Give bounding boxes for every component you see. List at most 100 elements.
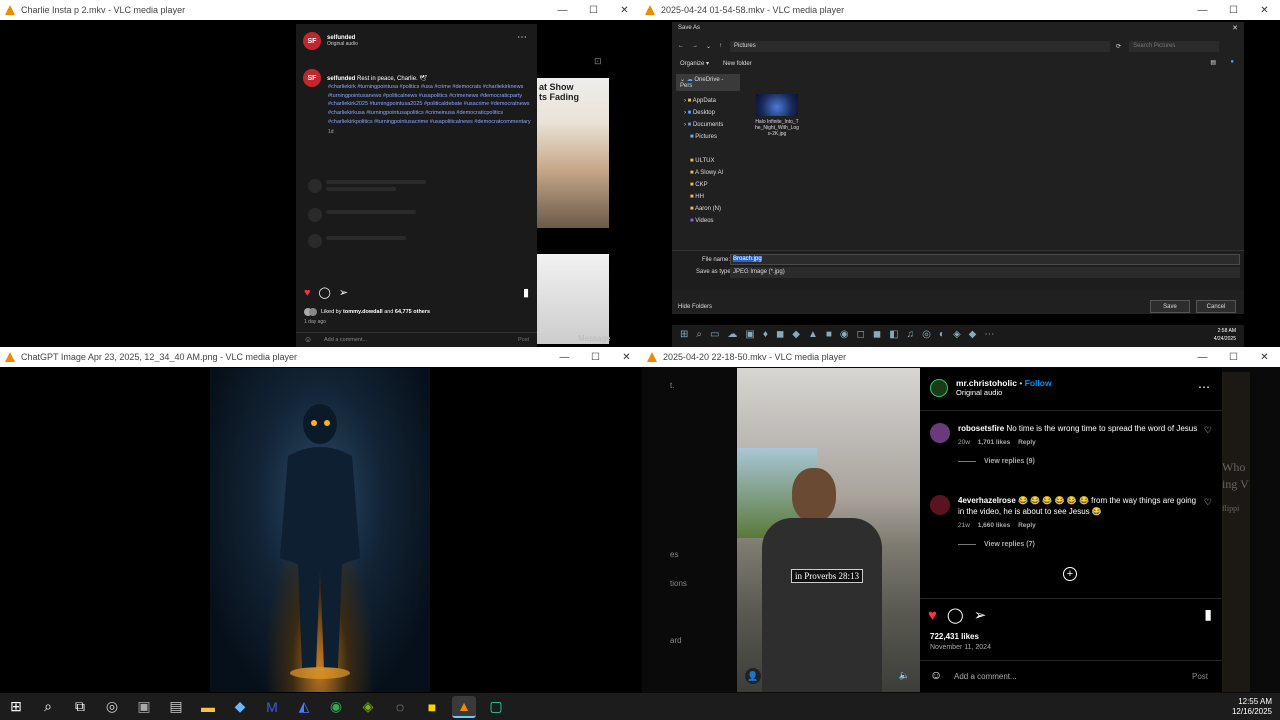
chrome-icon[interactable]: ◉ bbox=[324, 696, 348, 718]
like-heart-icon[interactable]: ♥ bbox=[928, 607, 937, 624]
search-input[interactable]: Search Pictures bbox=[1129, 40, 1220, 52]
nav-item-onedrive[interactable]: ⌄ ☁ OneDrive - Pers bbox=[676, 74, 740, 91]
cancel-button[interactable]: Cancel bbox=[1196, 300, 1236, 313]
follow-button[interactable]: Follow bbox=[1025, 378, 1052, 388]
new-folder-button[interactable]: New folder bbox=[723, 61, 752, 67]
app-icon[interactable]: M bbox=[260, 696, 284, 718]
emoji-icon[interactable]: ☺ bbox=[304, 335, 312, 344]
video-area[interactable]: Save As ✕ ← → ⌄ ↑ Pictures ⟳ Search Pict… bbox=[640, 20, 1280, 347]
minimize-button[interactable]: — bbox=[1187, 352, 1218, 363]
recent-icon[interactable]: ⌄ bbox=[706, 43, 711, 50]
save-type-select[interactable]: JPEG Image (*.jpg) bbox=[730, 267, 1240, 278]
comment-likes[interactable]: 1,660 likes bbox=[978, 522, 1011, 529]
liked-others[interactable]: 64,775 others bbox=[395, 309, 430, 315]
reel-video[interactable]: in Proverbs 28:13 👤 🔈 bbox=[737, 368, 920, 692]
breadcrumb-pictures[interactable]: Pictures bbox=[734, 43, 756, 49]
maximize-button[interactable]: ☐ bbox=[578, 5, 609, 16]
hide-folders-toggle[interactable]: Hide Folders bbox=[678, 304, 712, 310]
load-more-comments-icon[interactable]: + bbox=[1063, 567, 1077, 581]
caption-avatar[interactable]: SF bbox=[303, 69, 321, 87]
file-name-input[interactable]: Broach.jpg bbox=[730, 254, 1240, 265]
help-icon[interactable]: ● bbox=[1230, 59, 1234, 65]
nav-item-appdata[interactable]: › ■ AppData bbox=[676, 95, 740, 107]
comment-icon[interactable]: ◯ bbox=[319, 286, 331, 299]
commenter-avatar[interactable] bbox=[930, 495, 950, 515]
image-area[interactable] bbox=[0, 367, 642, 693]
title-bar[interactable]: Charlie Insta p 2.mkv - VLC media player… bbox=[0, 0, 640, 20]
profile-icon[interactable]: 👤 bbox=[745, 668, 761, 684]
nav-pane[interactable]: ⌄ ☁ OneDrive - Pers › ■ AppData › ■ Desk… bbox=[676, 74, 740, 264]
maximize-button[interactable]: ☐ bbox=[1218, 5, 1249, 16]
title-bar[interactable]: 2025-04-20 22-18-50.mkv - VLC media play… bbox=[642, 347, 1280, 367]
comment-icon[interactable]: ◯ bbox=[947, 606, 964, 624]
view-replies-button[interactable]: View replies (7) bbox=[984, 541, 1035, 548]
nav-item-desktop[interactable]: › ■ Desktop bbox=[676, 107, 740, 119]
title-bar[interactable]: ChatGPT Image Apr 23, 2025, 12_34_40 AM.… bbox=[0, 347, 642, 367]
nav-item-pictures[interactable]: ■ Pictures bbox=[676, 131, 740, 143]
start-icon[interactable]: ⊞ bbox=[4, 696, 28, 718]
quick-item[interactable]: ■ A Slowy Al bbox=[676, 167, 740, 179]
quick-item[interactable]: ■ ULTUX bbox=[676, 155, 740, 167]
video-area[interactable]: at Show ts Fading Message ⊡ SF selfunded… bbox=[0, 20, 640, 347]
vlc-window-bottom-left[interactable]: ChatGPT Image Apr 23, 2025, 12_34_40 AM.… bbox=[0, 347, 642, 693]
account-avatar[interactable] bbox=[930, 378, 948, 397]
task-view-icon[interactable]: ⧉ bbox=[68, 696, 92, 718]
video-area[interactable]: t. es tions ard Who ing V flippi in Prov… bbox=[642, 367, 1280, 693]
forward-icon[interactable]: → bbox=[692, 43, 698, 49]
more-options-icon[interactable]: ⋯ bbox=[1198, 380, 1210, 394]
view-icon[interactable]: ▤ bbox=[1210, 59, 1216, 66]
app-icon[interactable]: ◌ bbox=[388, 696, 412, 718]
organize-button[interactable]: Organize ▾ bbox=[680, 60, 709, 67]
audio-label[interactable]: Original audio bbox=[956, 388, 1052, 397]
ig-post-panel[interactable]: SF selfunded Original audio ⋯ SF selfund… bbox=[296, 24, 537, 347]
app-icon[interactable]: ◆ bbox=[228, 696, 252, 718]
app-icon[interactable]: ◎ bbox=[100, 696, 124, 718]
commenter-avatar[interactable] bbox=[930, 423, 950, 443]
add-comment-input[interactable]: Add a comment... bbox=[954, 672, 1017, 681]
quick-item[interactable]: ■ Videos bbox=[676, 215, 740, 227]
share-icon[interactable]: ➢ bbox=[974, 606, 987, 624]
quick-item[interactable]: ■ HH bbox=[676, 191, 740, 203]
bookmark-icon[interactable]: ▮ bbox=[1204, 606, 1212, 623]
more-options-icon[interactable]: ⋯ bbox=[517, 32, 527, 43]
app-icon[interactable]: ▣ bbox=[132, 696, 156, 718]
post-comment-button[interactable]: Post bbox=[1192, 672, 1208, 681]
maximize-button[interactable]: ☐ bbox=[1218, 352, 1249, 363]
up-icon[interactable]: ↑ bbox=[719, 43, 722, 49]
minimize-button[interactable]: — bbox=[1187, 5, 1218, 16]
search-icon[interactable]: ⌕ bbox=[36, 696, 60, 718]
sticky-notes-icon[interactable]: ■ bbox=[420, 696, 444, 718]
comment-likes[interactable]: 1,701 likes bbox=[978, 439, 1011, 446]
title-bar[interactable]: 2025-04-24 01-54-58.mkv - VLC media play… bbox=[640, 0, 1280, 20]
post-comment-button[interactable]: Post bbox=[518, 337, 529, 343]
quick-item[interactable]: ■ Aaron (N) bbox=[676, 203, 740, 215]
save-button[interactable]: Save bbox=[1150, 300, 1190, 313]
quick-item[interactable]: ■ CKP bbox=[676, 179, 740, 191]
clock[interactable]: 12:55 AM 12/16/2025 bbox=[1232, 697, 1272, 717]
minimize-button[interactable]: — bbox=[547, 5, 578, 16]
app-icon[interactable]: ▤ bbox=[164, 696, 188, 718]
file-item[interactable]: Halo Infinite_Into_The_Night_With_Logo-2… bbox=[754, 94, 800, 137]
back-icon[interactable]: ← bbox=[678, 43, 684, 49]
message-label[interactable]: Message bbox=[578, 334, 610, 343]
view-replies-button[interactable]: View replies (9) bbox=[984, 458, 1035, 465]
close-button[interactable]: ✕ bbox=[1249, 5, 1280, 16]
app-icon[interactable]: ▢ bbox=[484, 696, 508, 718]
breadcrumb[interactable]: Pictures bbox=[730, 40, 1111, 52]
nav-item-documents[interactable]: › ■ Documents bbox=[676, 119, 740, 131]
comment-user[interactable]: robosetsfire bbox=[958, 424, 1004, 433]
file-explorer-icon[interactable]: ▬ bbox=[196, 696, 220, 718]
liked-user[interactable]: tommy.dowdall bbox=[343, 309, 383, 315]
account-name[interactable]: mr.christoholic bbox=[956, 378, 1017, 388]
close-button[interactable]: ✕ bbox=[611, 352, 642, 363]
app-icon[interactable]: ◭ bbox=[292, 696, 316, 718]
maximize-button[interactable]: ☐ bbox=[580, 352, 611, 363]
comment-like-icon[interactable]: ♡ bbox=[1204, 497, 1212, 508]
vlc-window-top-right[interactable]: 2025-04-24 01-54-58.mkv - VLC media play… bbox=[640, 0, 1280, 347]
caption-hashtags[interactable]: #charliekirk #turningpointusa #politics … bbox=[328, 83, 531, 127]
comment-user[interactable]: 4everhazelrose bbox=[958, 496, 1016, 505]
reply-button[interactable]: Reply bbox=[1018, 522, 1036, 529]
vlc-taskbar-icon[interactable]: ▲ bbox=[452, 695, 476, 718]
bookmark-icon[interactable]: ▮ bbox=[523, 286, 529, 299]
close-button[interactable]: ✕ bbox=[1249, 352, 1280, 363]
